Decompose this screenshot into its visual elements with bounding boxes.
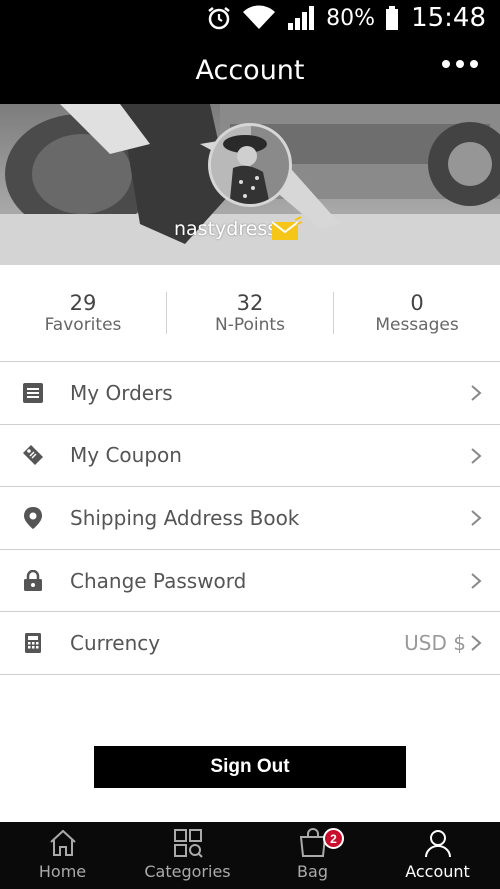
menu-item-my-coupon[interactable]: My Coupon xyxy=(0,425,500,488)
stat-value: 29 xyxy=(69,291,97,315)
menu-item-label: Currency xyxy=(70,631,161,656)
tab-label: Categories xyxy=(144,862,231,881)
bottom-tab-bar: Home Categories 2 Bag Account xyxy=(0,822,500,889)
status-clock: 15:48 xyxy=(411,3,486,33)
account-menu: My Orders My Coupon Shipping Address Boo… xyxy=(0,361,500,675)
stat-value: 0 xyxy=(410,291,424,315)
tab-bag[interactable]: 2 Bag xyxy=(250,822,375,889)
stat-favorites[interactable]: 29 Favorites xyxy=(0,265,166,361)
menu-item-label: My Orders xyxy=(70,380,173,405)
bag-icon xyxy=(298,827,328,859)
stats-row: 29 Favorites 32 N-Points 0 Messages xyxy=(0,265,500,361)
wifi-icon xyxy=(242,5,276,31)
battery-percent: 80% xyxy=(326,5,376,31)
chevron-right-icon xyxy=(470,384,482,407)
menu-item-my-orders[interactable]: My Orders xyxy=(0,362,500,425)
calculator-icon xyxy=(21,631,45,655)
menu-item-change-password[interactable]: Change Password xyxy=(0,550,500,613)
avatar[interactable] xyxy=(208,123,292,207)
sign-out-button[interactable]: Sign Out xyxy=(94,746,406,788)
lock-icon xyxy=(21,569,45,593)
chevron-right-icon xyxy=(470,572,482,595)
bag-count-badge: 2 xyxy=(323,828,344,849)
tab-categories[interactable]: Categories xyxy=(125,822,250,889)
currency-value: USD $ xyxy=(404,631,466,656)
username: nastydress xyxy=(174,218,278,240)
menu-item-label: My Coupon xyxy=(70,443,182,468)
chevron-right-icon xyxy=(470,447,482,470)
more-dots-icon[interactable] xyxy=(442,60,478,68)
menu-item-label: Change Password xyxy=(70,568,247,593)
home-icon xyxy=(48,827,78,859)
stat-value: 32 xyxy=(236,291,264,315)
coupon-tag-icon xyxy=(21,443,45,467)
tab-label: Account xyxy=(405,862,470,881)
status-bar: 80% 15:48 xyxy=(0,0,500,36)
categories-icon xyxy=(173,827,203,859)
stat-label: N-Points xyxy=(215,315,285,335)
chevron-right-icon xyxy=(470,509,482,532)
page-title: Account xyxy=(195,54,305,86)
stat-label: Messages xyxy=(375,315,459,335)
location-pin-icon xyxy=(21,506,45,530)
tab-account[interactable]: Account xyxy=(375,822,500,889)
tab-label: Home xyxy=(38,862,87,881)
mail-icon[interactable] xyxy=(271,216,303,247)
menu-item-currency[interactable]: Currency USD $ xyxy=(0,612,500,675)
orders-icon xyxy=(21,381,45,405)
alarm-icon xyxy=(206,5,232,31)
stat-messages[interactable]: 0 Messages xyxy=(334,265,500,361)
chevron-right-icon xyxy=(470,634,482,657)
menu-item-label: Shipping Address Book xyxy=(70,505,300,530)
stat-label: Favorites xyxy=(44,315,122,335)
stat-n-points[interactable]: 32 N-Points xyxy=(167,265,333,361)
battery-icon xyxy=(385,5,399,31)
menu-item-shipping-address-book[interactable]: Shipping Address Book xyxy=(0,487,500,550)
tab-home[interactable]: Home xyxy=(0,822,125,889)
app-header: Account xyxy=(0,36,500,104)
account-icon xyxy=(423,827,453,859)
signal-icon xyxy=(286,5,316,31)
tab-label: Bag xyxy=(297,862,328,881)
